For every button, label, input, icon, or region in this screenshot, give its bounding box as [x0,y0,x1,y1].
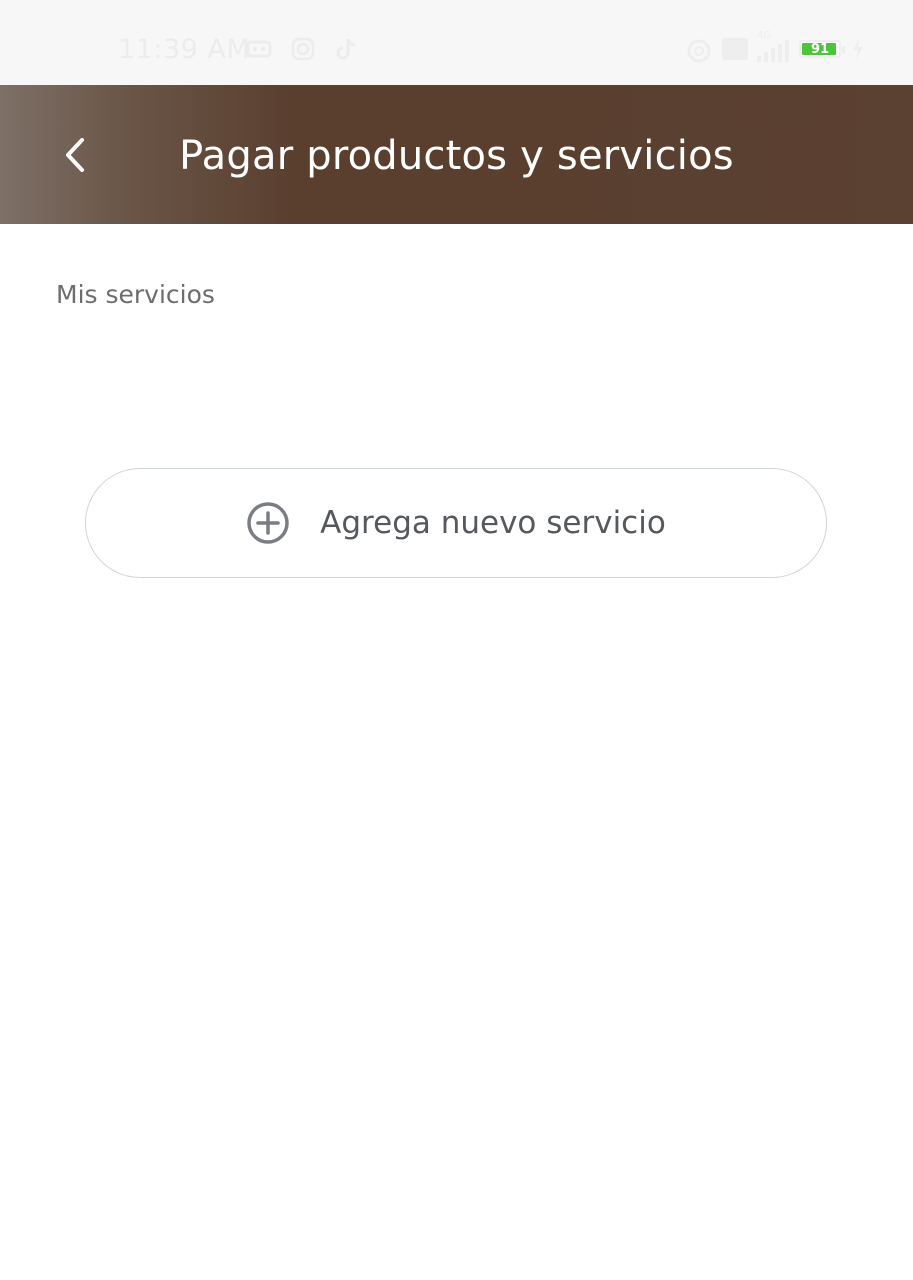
add-service-button[interactable]: Agrega nuevo servicio [85,468,827,578]
instagram-icon [290,36,316,62]
header-bar: Pagar productos y servicios [0,85,913,224]
signal-icon: 4G [757,30,789,62]
page-title: Pagar productos y servicios [179,133,734,179]
battery-icon: 91 [799,40,845,58]
notification-icon [246,36,272,62]
tiktok-icon [334,36,360,62]
alarm-icon [685,36,711,63]
hd-icon [721,36,748,62]
section-label-mis-servicios: Mis servicios [56,280,215,309]
status-bar: 11:39 AM 4G 91 [0,0,913,85]
network-label: 4G [757,30,772,41]
battery-level: 91 [810,41,830,57]
charging-icon [851,38,865,60]
status-right-icons: 4G 91 [685,30,865,63]
status-time: 11:39 AM [118,34,251,65]
add-service-label: Agrega nuevo servicio [320,505,666,541]
status-left-icons [246,36,360,62]
plus-circle-icon [246,501,290,545]
